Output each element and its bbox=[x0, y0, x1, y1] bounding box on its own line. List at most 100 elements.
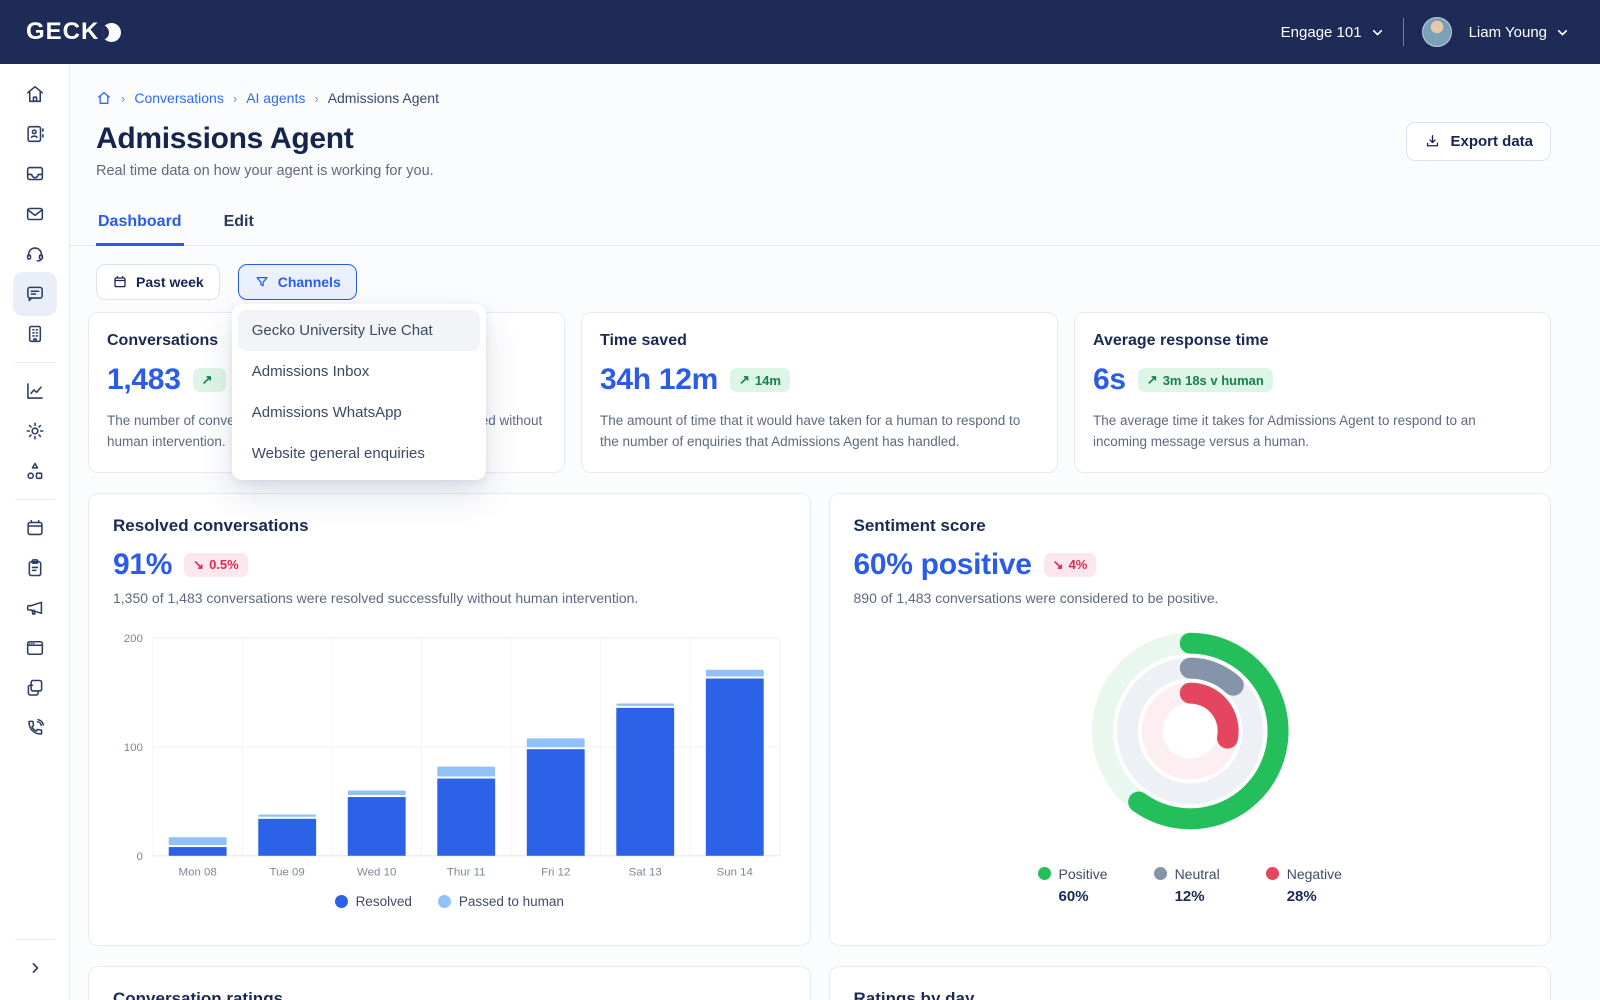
trend-badge-text: 14m bbox=[755, 373, 781, 388]
user-name: Liam Young bbox=[1469, 24, 1547, 41]
home-icon bbox=[96, 90, 112, 106]
gecko-logo[interactable]: GECK bbox=[26, 18, 121, 46]
sidebar-item-settings[interactable] bbox=[13, 411, 57, 451]
top-navbar: GECK Engage 101 Liam Young bbox=[0, 0, 1600, 64]
sidebar-item-integrations[interactable] bbox=[13, 451, 57, 491]
chat-bubble-icon bbox=[24, 283, 46, 305]
breadcrumb-separator: › bbox=[233, 91, 237, 106]
svg-text:Sun 14: Sun 14 bbox=[717, 866, 754, 878]
sidebar-item-calls[interactable] bbox=[13, 708, 57, 748]
sidebar-expand-button[interactable] bbox=[13, 948, 57, 988]
avatar bbox=[1422, 17, 1452, 47]
left-sidebar bbox=[0, 64, 70, 1000]
breadcrumb-link-ai-agents[interactable]: AI agents bbox=[246, 90, 305, 106]
clipboard-icon bbox=[24, 557, 46, 579]
channels-filter-button[interactable]: Channels bbox=[238, 264, 357, 300]
trend-badge-text: 4% bbox=[1069, 557, 1088, 572]
filter-funnel-icon bbox=[254, 274, 270, 290]
sidebar-item-organisation[interactable] bbox=[13, 314, 57, 354]
stat-description: The average time it takes for Admissions… bbox=[1093, 411, 1532, 453]
trend-badge: ↗ 14m bbox=[730, 368, 790, 392]
stat-title: Average response time bbox=[1093, 332, 1532, 350]
tab-bar: Dashboard Edit bbox=[70, 203, 1600, 246]
sentiment-ring-chart bbox=[854, 612, 1527, 852]
legend-percent: 28% bbox=[1287, 888, 1342, 905]
bar-chart-legend: ResolvedPassed to human bbox=[113, 894, 786, 909]
trend-arrow-icon: ↘ bbox=[1053, 557, 1064, 573]
home-icon bbox=[24, 83, 46, 105]
sidebar-item-broadcasts[interactable] bbox=[13, 588, 57, 628]
svg-text:200: 200 bbox=[124, 633, 143, 645]
sidebar-item-email[interactable] bbox=[13, 194, 57, 234]
page-subtitle: Real time data on how your agent is work… bbox=[96, 163, 434, 179]
download-icon bbox=[1424, 133, 1441, 150]
legend-label: Negative bbox=[1287, 866, 1342, 882]
sidebar-item-contacts[interactable] bbox=[13, 114, 57, 154]
filter-bar: Past week Channels Gecko University Live… bbox=[96, 264, 1551, 300]
trend-arrow-icon: ↗ bbox=[202, 372, 213, 388]
svg-text:Thur 11: Thur 11 bbox=[447, 866, 486, 878]
sidebar-item-live-support[interactable] bbox=[13, 234, 57, 274]
pages-icon bbox=[24, 677, 46, 699]
stat-title: Time saved bbox=[600, 332, 1039, 350]
stat-value: 34h 12m bbox=[600, 363, 718, 397]
phone-icon bbox=[24, 717, 46, 739]
browser-window-icon bbox=[24, 637, 46, 659]
calendar-icon bbox=[24, 517, 46, 539]
legend-dot-icon bbox=[1266, 867, 1279, 880]
sidebar-item-conversations[interactable] bbox=[13, 272, 57, 316]
legend-dot-icon bbox=[335, 895, 348, 908]
legend-dot-icon bbox=[438, 895, 451, 908]
sentiment-score-card: Sentiment score 60% positive ↘ 4% 890 of… bbox=[829, 493, 1552, 946]
inbox-tray-icon bbox=[24, 163, 46, 185]
channel-option[interactable]: Admissions WhatsApp bbox=[238, 392, 480, 433]
ratings-by-day-card: Ratings by day bbox=[829, 966, 1552, 1000]
legend-dot-icon bbox=[1038, 867, 1051, 880]
conversation-ratings-card: Conversation ratings bbox=[88, 966, 811, 1000]
contact-card-icon bbox=[24, 123, 46, 145]
user-menu[interactable]: Liam Young bbox=[1422, 17, 1570, 47]
gear-icon bbox=[24, 420, 46, 442]
legend-percent: 12% bbox=[1175, 888, 1220, 905]
sidebar-item-forms[interactable] bbox=[13, 548, 57, 588]
chevron-right-icon bbox=[25, 958, 45, 978]
sidebar-item-pages[interactable] bbox=[13, 668, 57, 708]
resolved-conversations-bar-chart: 0100200Mon 08Tue 09Wed 10Thur 11Fri 12Sa… bbox=[113, 624, 786, 886]
stat-value: 1,483 bbox=[107, 363, 181, 397]
breadcrumb-link-conversations[interactable]: Conversations bbox=[134, 90, 224, 106]
date-range-filter-button[interactable]: Past week bbox=[96, 264, 220, 300]
tab-edit[interactable]: Edit bbox=[222, 203, 256, 245]
breadcrumb-current: Admissions Agent bbox=[328, 90, 439, 106]
breadcrumb: › Conversations › AI agents › Admissions… bbox=[96, 90, 1551, 106]
legend-percent: 60% bbox=[1059, 888, 1108, 905]
gecko-logo-o-icon bbox=[102, 23, 121, 42]
legend-item: Resolved bbox=[335, 894, 412, 909]
sidebar-item-inbox[interactable] bbox=[13, 154, 57, 194]
sidebar-item-home[interactable] bbox=[13, 74, 57, 114]
export-data-button[interactable]: Export data bbox=[1406, 122, 1551, 161]
trend-badge: ↗ bbox=[193, 368, 227, 392]
trend-arrow-icon: ↗ bbox=[1147, 372, 1158, 388]
legend-label: Neutral bbox=[1175, 866, 1220, 882]
building-icon bbox=[24, 323, 46, 345]
channels-dropdown: Gecko University Live ChatAdmissions Inb… bbox=[232, 304, 486, 480]
resolved-conversations-card: Resolved conversations 91% ↘ 0.5% 1,350 … bbox=[88, 493, 811, 946]
navbar-divider bbox=[1403, 18, 1404, 46]
main-content: › Conversations › AI agents › Admissions… bbox=[70, 64, 1600, 1000]
channel-option[interactable]: Gecko University Live Chat bbox=[238, 310, 480, 351]
workspace-switcher[interactable]: Engage 101 bbox=[1281, 24, 1385, 41]
trend-arrow-icon: ↘ bbox=[193, 557, 204, 573]
channel-option[interactable]: Admissions Inbox bbox=[238, 351, 480, 392]
tab-dashboard[interactable]: Dashboard bbox=[96, 203, 184, 246]
legend-label: Resolved bbox=[356, 894, 412, 909]
sentiment-legend-item: Neutral 12% bbox=[1154, 866, 1220, 905]
chart-value: 91% bbox=[113, 548, 172, 582]
chart-title: Sentiment score bbox=[854, 516, 1527, 536]
channel-option[interactable]: Website general enquiries bbox=[238, 433, 480, 474]
svg-text:Sat 13: Sat 13 bbox=[629, 866, 662, 878]
sidebar-item-analytics[interactable] bbox=[13, 371, 57, 411]
sidebar-item-website[interactable] bbox=[13, 628, 57, 668]
sidebar-item-events[interactable] bbox=[13, 508, 57, 548]
stat-card-time-saved: Time saved 34h 12m ↗ 14m The amount of t… bbox=[581, 312, 1058, 473]
breadcrumb-home-link[interactable] bbox=[96, 90, 112, 106]
